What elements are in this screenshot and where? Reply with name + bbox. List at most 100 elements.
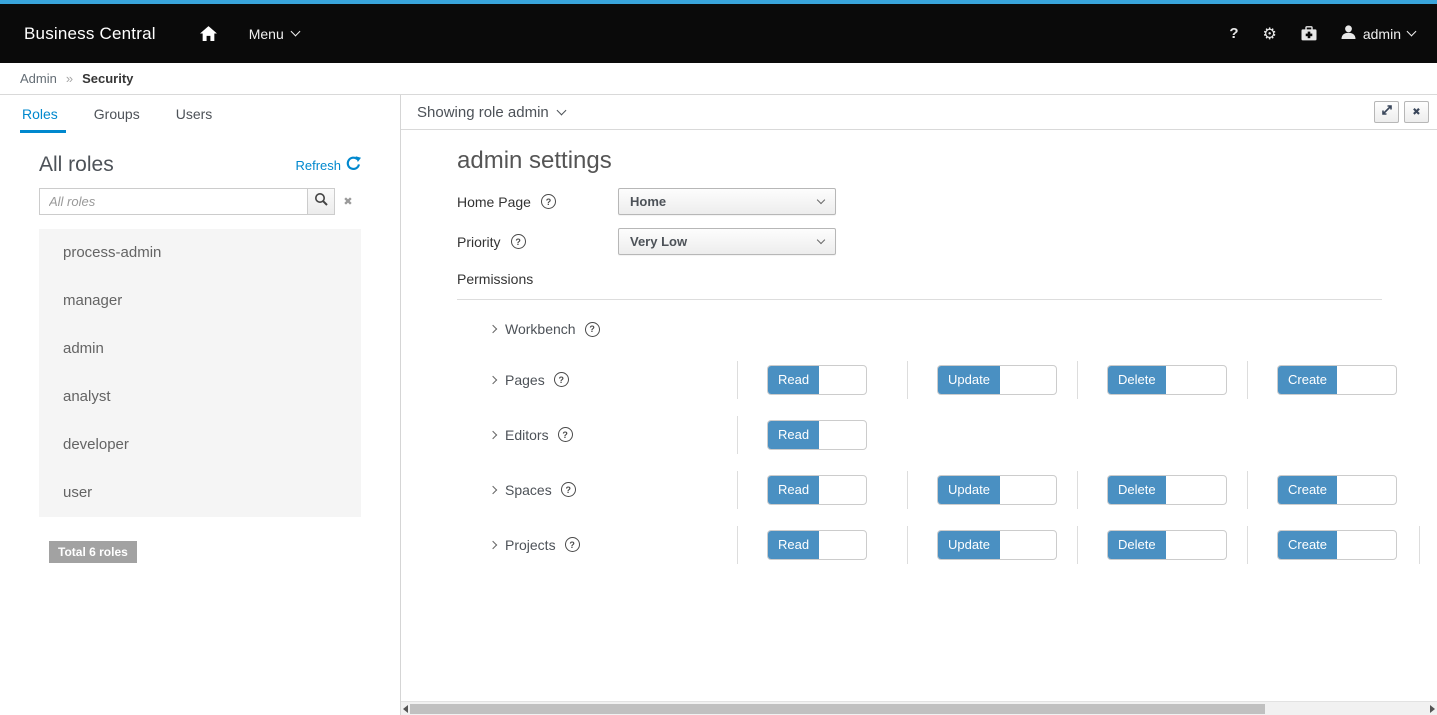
scrollbar-thumb[interactable] xyxy=(410,704,1265,714)
explorer-tabs: Roles Groups Users xyxy=(0,104,400,133)
chevron-down-icon xyxy=(290,27,300,37)
role-list: process-admin manager admin analyst deve… xyxy=(39,229,361,517)
chevron-right-icon[interactable] xyxy=(489,375,497,383)
close-icon: ✖ xyxy=(1412,107,1420,118)
chevron-right-icon[interactable] xyxy=(489,430,497,438)
role-item-developer[interactable]: developer xyxy=(39,421,361,469)
priority-select[interactable]: Very Low xyxy=(618,228,836,255)
chevron-right-icon[interactable] xyxy=(489,540,497,548)
home-icon[interactable] xyxy=(200,26,217,41)
divider xyxy=(1077,361,1078,399)
home-page-label: Home Page xyxy=(457,194,531,210)
breadcrumb-admin[interactable]: Admin xyxy=(20,71,57,86)
toggle-read[interactable]: Read xyxy=(767,420,867,450)
chevron-right-icon[interactable] xyxy=(489,485,497,493)
help-circle-icon[interactable]: ? xyxy=(554,372,569,387)
search-input[interactable] xyxy=(39,188,308,215)
brand-title[interactable]: Business Central xyxy=(24,24,156,44)
user-label: admin xyxy=(1363,26,1401,42)
roles-search-row: ✖ xyxy=(39,188,361,215)
home-page-select[interactable]: Home xyxy=(618,188,836,215)
toggle-update[interactable]: Update xyxy=(937,365,1057,395)
permission-row-spaces: Spaces ? Read Update Delete Create xyxy=(457,462,1437,517)
divider xyxy=(737,416,738,454)
help-circle-icon[interactable]: ? xyxy=(585,322,600,337)
refresh-link[interactable]: Refresh xyxy=(295,156,361,174)
showing-role-dropdown[interactable]: Showing role admin xyxy=(417,104,565,121)
help-circle-icon[interactable]: ? xyxy=(558,427,573,442)
toggle-create[interactable]: Create xyxy=(1277,530,1397,560)
expand-icon xyxy=(1381,103,1393,121)
help-circle-icon[interactable]: ? xyxy=(511,234,526,249)
home-page-value: Home xyxy=(630,194,666,209)
divider xyxy=(907,526,908,564)
breadcrumb-separator: » xyxy=(66,71,73,86)
toggle-read[interactable]: Read xyxy=(767,365,867,395)
divider xyxy=(907,471,908,509)
role-detail-header: Showing role admin ✖ xyxy=(401,95,1437,130)
scroll-right-arrow-icon[interactable] xyxy=(1430,705,1435,713)
chevron-down-icon xyxy=(1407,27,1417,37)
scroll-left-arrow-icon[interactable] xyxy=(403,705,408,713)
home-page-field-row: Home Page ? Home xyxy=(457,188,1437,215)
horizontal-scrollbar[interactable] xyxy=(401,701,1437,715)
user-menu[interactable]: admin xyxy=(1341,25,1415,42)
toggle-create[interactable]: Create xyxy=(1277,475,1397,505)
search-button[interactable] xyxy=(308,188,335,215)
role-item-admin[interactable]: admin xyxy=(39,325,361,373)
priority-field-row: Priority ? Very Low xyxy=(457,228,1437,255)
roles-panel-body: All roles Refresh ✖ xyxy=(0,153,400,563)
toggle-read[interactable]: Read xyxy=(767,530,867,560)
toggle-read[interactable]: Read xyxy=(767,475,867,505)
search-icon xyxy=(314,192,328,211)
help-circle-icon[interactable]: ? xyxy=(541,194,556,209)
priority-value: Very Low xyxy=(630,234,687,249)
toggle-label: Update xyxy=(938,476,1000,504)
toggle-delete[interactable]: Delete xyxy=(1107,475,1227,505)
all-roles-title: All roles xyxy=(39,153,114,177)
toggle-create[interactable]: Create xyxy=(1277,365,1397,395)
menu-label: Menu xyxy=(249,26,284,42)
help-circle-icon[interactable]: ? xyxy=(561,482,576,497)
help-icon[interactable]: ? xyxy=(1229,25,1238,42)
toggle-label: Create xyxy=(1278,366,1337,394)
role-item-manager[interactable]: manager xyxy=(39,277,361,325)
chevron-right-icon[interactable] xyxy=(489,325,497,333)
showing-role-label: Showing role admin xyxy=(417,104,549,121)
role-settings-content: admin settings Home Page ? Home Priority… xyxy=(401,130,1437,715)
breadcrumb: Admin » Security xyxy=(0,63,1437,95)
refresh-icon xyxy=(346,156,361,174)
help-circle-icon[interactable]: ? xyxy=(565,537,580,552)
tab-roles[interactable]: Roles xyxy=(20,104,66,133)
tab-users[interactable]: Users xyxy=(174,104,221,133)
toggle-update[interactable]: Update xyxy=(937,475,1057,505)
toggle-update[interactable]: Update xyxy=(937,530,1057,560)
divider xyxy=(1247,361,1248,399)
toggle-label: Read xyxy=(768,366,819,394)
tab-groups[interactable]: Groups xyxy=(92,104,148,133)
menu-dropdown[interactable]: Menu xyxy=(249,26,299,42)
divider xyxy=(1247,526,1248,564)
divider xyxy=(737,526,738,564)
role-item-process-admin[interactable]: process-admin xyxy=(39,229,361,277)
content-area: Roles Groups Users All roles Refresh xyxy=(0,95,1437,715)
medkit-icon[interactable] xyxy=(1301,26,1317,41)
expand-panel-button[interactable] xyxy=(1374,101,1399,123)
refresh-label: Refresh xyxy=(295,158,341,173)
toggle-delete[interactable]: Delete xyxy=(1107,530,1227,560)
close-panel-button[interactable]: ✖ xyxy=(1404,101,1429,123)
divider xyxy=(1419,526,1420,564)
roles-explorer-panel: Roles Groups Users All roles Refresh xyxy=(0,95,401,715)
priority-label: Priority xyxy=(457,234,501,250)
chevron-down-icon xyxy=(817,195,825,203)
role-item-user[interactable]: user xyxy=(39,469,361,517)
gear-icon[interactable]: ⚙ xyxy=(1263,24,1277,43)
chevron-down-icon xyxy=(817,235,825,243)
toggle-label: Read xyxy=(768,531,819,559)
clear-search-button[interactable]: ✖ xyxy=(335,188,361,215)
role-item-analyst[interactable]: analyst xyxy=(39,373,361,421)
toggle-delete[interactable]: Delete xyxy=(1107,365,1227,395)
divider xyxy=(1077,471,1078,509)
panel-window-controls: ✖ xyxy=(1374,101,1429,123)
permission-label: Editors xyxy=(505,427,549,443)
